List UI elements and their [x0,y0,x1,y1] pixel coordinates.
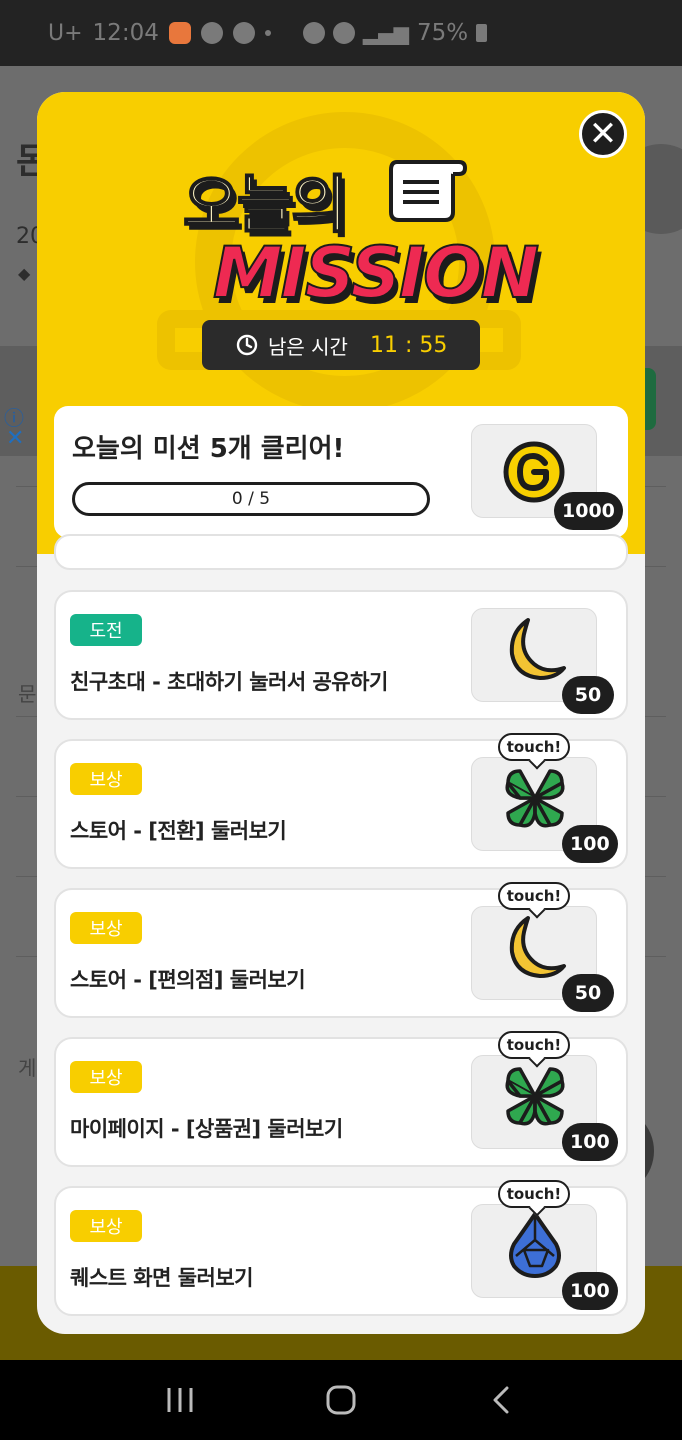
mission-title-english: MISSION [212,231,540,315]
background-section-label: 문 [18,682,37,706]
navigation-bar [0,1360,682,1440]
battery-icon [476,24,488,42]
signal-icon: ▂▄▆ [362,21,409,45]
mission-card[interactable]: 보상 스토어 - [편의점] 둘러보기 touch! 50 [54,882,628,1018]
moon-icon [509,916,566,978]
mission-list: 도전 친구초대 - 초대하기 눌러서 공유하기 50 보상 스토어 - [전환]… [37,534,645,1334]
mission-reward-badge: 100 [562,825,618,863]
moon-icon [509,618,566,680]
back-icon [493,1386,509,1414]
touch-bubble[interactable]: touch! [498,733,570,761]
summary-reward-badge: 1000 [554,492,623,530]
mission-tag: 보상 [70,1210,142,1242]
mission-header: 오늘의 MISSION 남은 시간 11 : 55 오늘의 미션 5개 클리어!… [37,92,645,554]
mission-title: 스토어 - [편의점] 둘러보기 [70,968,306,992]
mission-reward-badge: 50 [562,676,614,714]
touch-bubble[interactable]: touch! [498,882,570,910]
remaining-time-value: 11 : 55 [369,332,448,358]
summary-progress-text: 0 / 5 [231,489,271,509]
summary-progress-bar: 0 / 5 [72,482,430,516]
daily-mission-modal: 오늘의 MISSION 남은 시간 11 : 55 오늘의 미션 5개 클리어!… [37,92,645,1334]
mission-tag: 보상 [70,763,142,795]
notification-icon [232,22,255,44]
mission-tag: 보상 [70,912,142,944]
mission-reward-badge: 100 [562,1272,618,1310]
back-button[interactable] [472,1370,532,1430]
mission-title: 마이페이지 - [상품권] 둘러보기 [70,1117,343,1141]
status-bar: U+ 12:04 ▂▄▆ 75% [0,0,682,66]
mission-tag: 도전 [70,614,142,646]
ad-close-icon: ✕ [6,426,25,451]
mission-card[interactable]: 보상 퀘스트 화면 둘러보기 touch! 100 [54,1180,628,1316]
touch-bubble[interactable]: touch! [498,1180,570,1208]
battery-level: 75% [417,20,469,46]
clover-icon [505,1067,565,1126]
scroll-icon [389,160,467,222]
touch-bubble[interactable]: touch! [498,1031,570,1059]
mission-reward-badge: 50 [562,974,614,1012]
close-button[interactable]: ✕ [579,110,627,158]
mission-card-partial [54,534,628,570]
mission-title: 친구초대 - 초대하기 눌러서 공유하기 [70,670,388,694]
carrier-label: U+ [48,20,83,46]
mission-card[interactable]: 보상 스토어 - [전환] 둘러보기 touch! 100 [54,733,628,869]
chat-notification-icon [200,22,223,44]
summary-title: 오늘의 미션 5개 클리어! [72,434,345,464]
alarm-icon [302,22,325,44]
mission-card[interactable]: 보상 마이페이지 - [상품권] 둘러보기 touch! 100 [54,1031,628,1167]
remaining-time-label: 남은 시간 [268,334,348,359]
home-icon [326,1385,356,1415]
more-notifications-dot-icon [264,30,271,36]
mission-title: 스토어 - [전환] 둘러보기 [70,819,287,843]
gem-icon: ◆ [18,264,31,283]
home-button[interactable] [311,1370,371,1430]
gold-coin-icon [503,441,565,503]
mute-icon [332,22,355,44]
background-section-label: 게 [18,1056,37,1080]
recent-apps-icon [167,1388,193,1412]
clover-icon [505,769,565,828]
mission-title-korean: 오늘의 [182,167,349,242]
mission-tag: 보상 [70,1061,142,1093]
app-notification-icon [168,22,191,44]
remaining-time-box: 남은 시간 11 : 55 [202,320,480,370]
clock-time: 12:04 [92,20,159,46]
mission-reward-badge: 100 [562,1123,618,1161]
clock-icon [236,334,258,356]
mission-summary-card: 오늘의 미션 5개 클리어! 0 / 5 1000 [54,406,628,538]
sapphire-icon [509,1212,561,1278]
recent-apps-button[interactable] [150,1370,210,1430]
close-icon: ✕ [588,114,618,154]
mission-title: 퀘스트 화면 둘러보기 [70,1266,254,1290]
mission-card[interactable]: 도전 친구초대 - 초대하기 눌러서 공유하기 50 [54,590,628,720]
